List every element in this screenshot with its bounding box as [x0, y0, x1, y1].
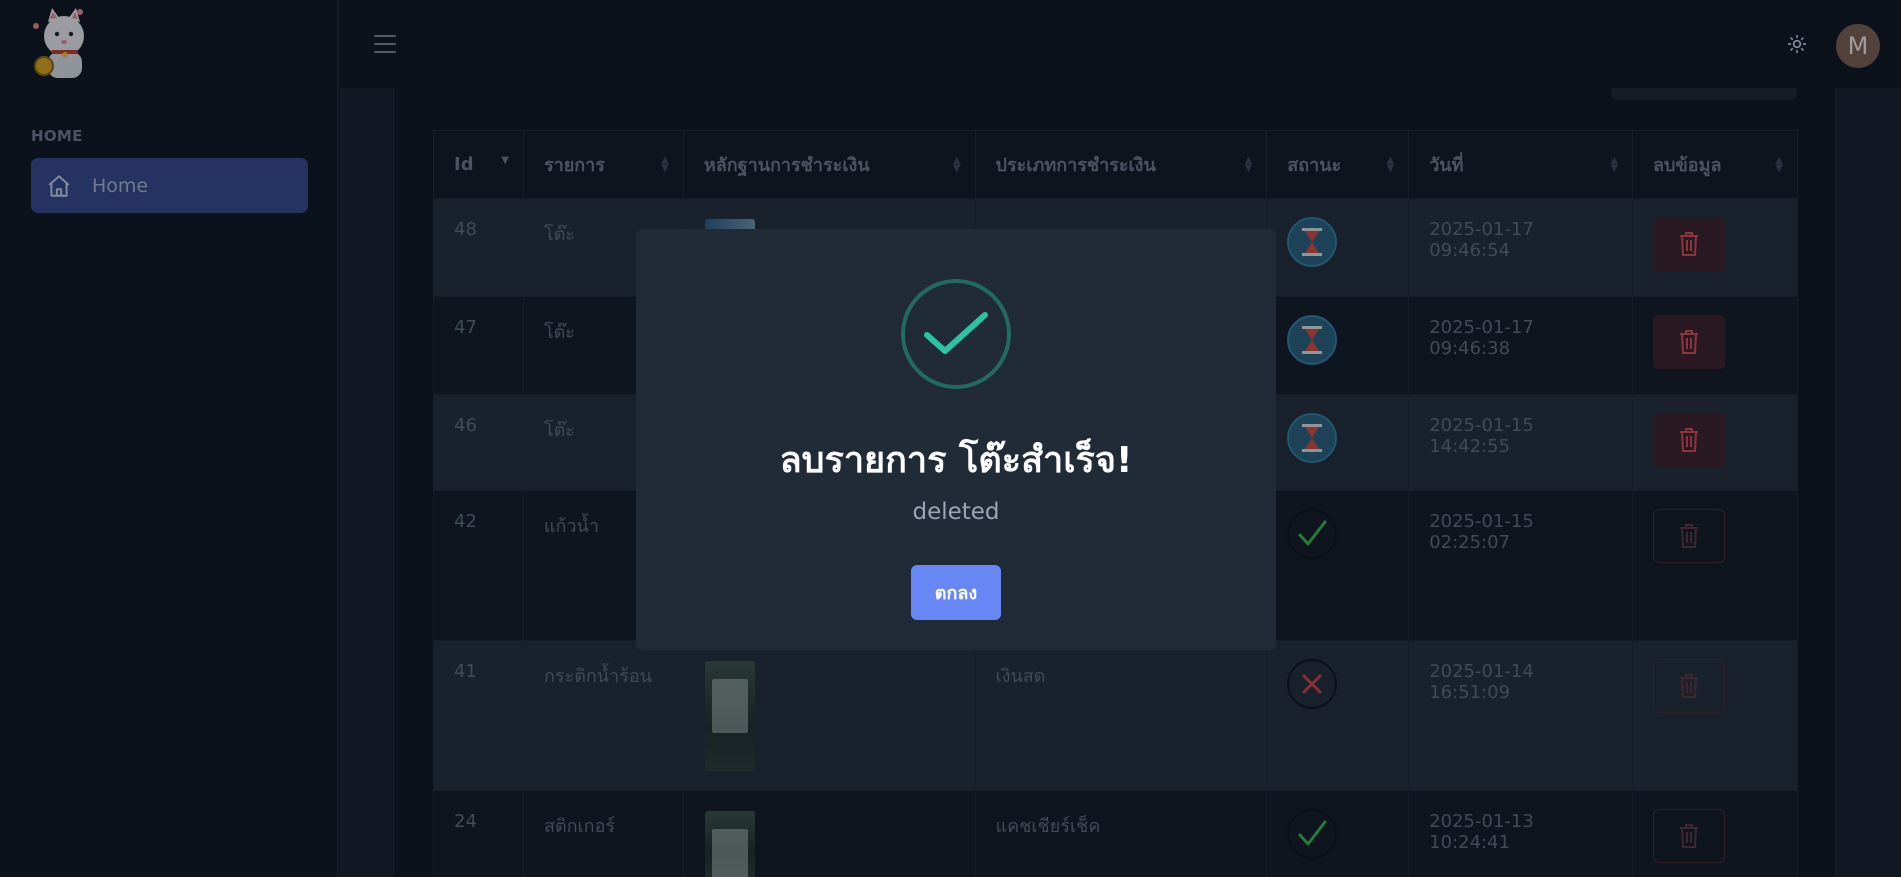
dialog-message: deleted [912, 499, 1000, 525]
success-check-icon [901, 279, 1011, 389]
dialog-title: ลบรายการ โต๊ะสำเร็จ! [779, 440, 1133, 481]
confirm-button[interactable]: ตกลง [911, 565, 1001, 620]
success-dialog: ลบรายการ โต๊ะสำเร็จ! deleted ตกลง [636, 229, 1276, 650]
